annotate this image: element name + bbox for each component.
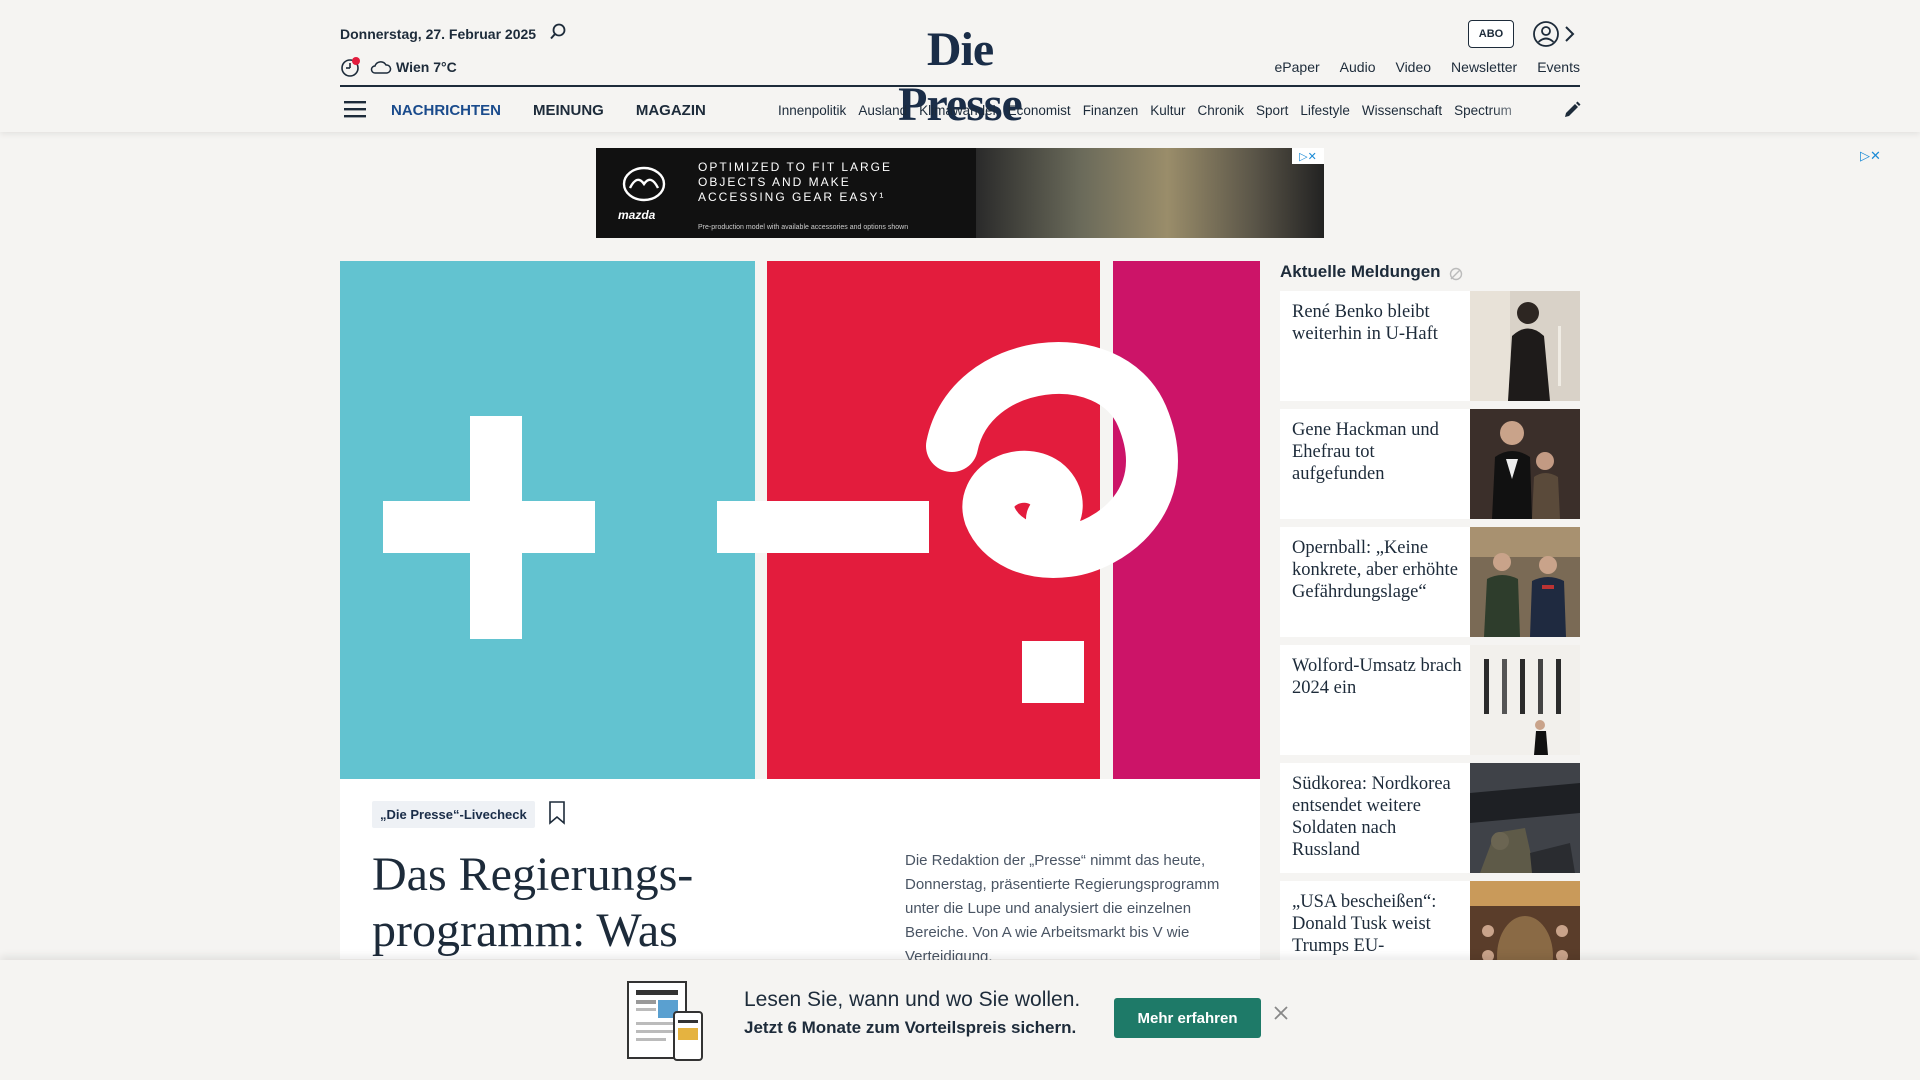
link-audio[interactable]: Audio bbox=[1340, 59, 1376, 75]
link-video[interactable]: Video bbox=[1395, 59, 1431, 75]
cloud-icon bbox=[370, 61, 392, 74]
lead-article-card[interactable]: „Die Presse“-Livecheck Das Regierungs-pr… bbox=[340, 779, 1260, 965]
subnav-ausland[interactable]: Ausland bbox=[858, 103, 907, 118]
news-item[interactable]: Opernball: „Keine konkrete, aber erhöhte… bbox=[1280, 527, 1580, 637]
link-events[interactable]: Events bbox=[1537, 59, 1580, 75]
subnav-lifestyle[interactable]: Lifestyle bbox=[1300, 103, 1350, 118]
subnav-economist[interactable]: Economist bbox=[1008, 103, 1071, 118]
news-thumbnail[interactable] bbox=[1470, 645, 1580, 755]
close-icon[interactable] bbox=[1272, 1004, 1290, 1022]
article-teaser: Die Redaktion der „Presse“ nimmt das heu… bbox=[905, 852, 1220, 965]
news-thumbnail[interactable] bbox=[1470, 763, 1580, 873]
subnav-finanzen[interactable]: Finanzen bbox=[1083, 103, 1139, 118]
hero-image[interactable] bbox=[340, 261, 1260, 779]
pencil-icon[interactable] bbox=[1562, 100, 1582, 120]
ad-brand: mazda bbox=[618, 208, 656, 222]
mazda-logo-icon bbox=[622, 166, 666, 202]
nav-nachrichten[interactable]: NACHRICHTEN bbox=[391, 102, 501, 119]
news-thumbnail[interactable] bbox=[1470, 881, 1580, 960]
current-date: Donnerstag, 27. Februar 2025 bbox=[340, 26, 537, 42]
article-tag[interactable]: „Die Presse“-Livecheck bbox=[372, 801, 535, 828]
plus-minus-question-graphic bbox=[383, 342, 1178, 703]
ad-fine-print: Pre-production model with available acce… bbox=[698, 224, 909, 231]
ad-choices-outer-icon[interactable]: ▷✕ bbox=[1860, 148, 1881, 164]
news-title[interactable]: „USA bescheißen“: Donald Tusk weist Trum… bbox=[1292, 891, 1464, 957]
search-icon[interactable] bbox=[548, 22, 568, 42]
header-divider bbox=[340, 85, 1580, 87]
promo-headline: Lesen Sie, wann und wo Sie wollen. bbox=[744, 988, 1081, 1011]
news-item[interactable]: Südkorea: Nordkorea entsendet weitere So… bbox=[1280, 763, 1580, 873]
news-title[interactable]: René Benko bleibt weiterhin in U-Haft bbox=[1292, 301, 1464, 345]
subnav-sport[interactable]: Sport bbox=[1256, 103, 1288, 118]
news-title[interactable]: Opernball: „Keine konkrete, aber erhöhte… bbox=[1292, 537, 1464, 603]
clock-icon[interactable] bbox=[340, 56, 362, 78]
abo-button[interactable]: ABO bbox=[1468, 20, 1514, 48]
ad-banner[interactable]: mazda OPTIMIZED TO FIT LARGE OBJECTS AND… bbox=[596, 148, 1324, 238]
subnav-innenpolitik[interactable]: Innenpolitik bbox=[778, 103, 846, 118]
news-item[interactable]: Wolford-Umsatz brach 2024 ein bbox=[1280, 645, 1580, 755]
header-inner: Donnerstag, 27. Februar 2025 Wien 7°C Di… bbox=[340, 0, 1582, 132]
news-item[interactable]: Gene Hackman und Ehefrau tot aufgefunden bbox=[1280, 409, 1580, 519]
news-title[interactable]: Gene Hackman und Ehefrau tot aufgefunden bbox=[1292, 419, 1464, 485]
spark-icon bbox=[1449, 267, 1463, 281]
subnav-chronik[interactable]: Chronik bbox=[1198, 103, 1245, 118]
news-title[interactable]: Südkorea: Nordkorea entsendet weitere So… bbox=[1292, 773, 1464, 861]
subscription-promo-bar: Lesen Sie, wann und wo Sie wollen. Jetzt… bbox=[0, 960, 1920, 1080]
news-thumbnail[interactable] bbox=[1470, 291, 1580, 401]
main-nav: NACHRICHTEN MEINUNG MAGAZIN bbox=[391, 102, 706, 119]
news-item[interactable]: „USA bescheißen“: Donald Tusk weist Trum… bbox=[1280, 881, 1580, 960]
promo-subline: Jetzt 6 Monate zum Vorteilspreis sichern… bbox=[744, 1018, 1077, 1037]
news-thumbnail[interactable] bbox=[1470, 527, 1580, 637]
link-epaper[interactable]: ePaper bbox=[1275, 59, 1320, 75]
news-thumbnail[interactable] bbox=[1470, 409, 1580, 519]
sub-nav: Innenpolitik Ausland Klimawandel Economi… bbox=[778, 103, 1540, 118]
nav-magazin[interactable]: MAGAZIN bbox=[636, 102, 706, 119]
news-item[interactable]: René Benko bleibt weiterhin in U-Haft bbox=[1280, 291, 1580, 401]
ad-choices-icon[interactable]: ▷✕ bbox=[1292, 148, 1324, 164]
subnav-wissenschaft[interactable]: Wissenschaft bbox=[1362, 103, 1442, 118]
chevron-right-icon[interactable] bbox=[1562, 24, 1576, 44]
site-header: Donnerstag, 27. Februar 2025 Wien 7°C Di… bbox=[0, 0, 1920, 132]
ad-headline: OPTIMIZED TO FIT LARGE OBJECTS AND MAKE … bbox=[698, 160, 893, 204]
news-title[interactable]: Wolford-Umsatz brach 2024 ein bbox=[1292, 655, 1464, 699]
tablet-phone-icon bbox=[627, 981, 703, 1061]
ad-photo bbox=[976, 148, 1324, 238]
sidebar-title: Aktuelle Meldungen bbox=[1280, 262, 1441, 281]
service-links: ePaper Audio Video Newsletter Events bbox=[1275, 59, 1580, 75]
weather-info[interactable]: Wien 7°C bbox=[396, 59, 457, 75]
sub-nav-fade bbox=[1490, 98, 1540, 122]
user-account-icon[interactable] bbox=[1532, 20, 1560, 48]
subnav-klimawandel[interactable]: Klimawandel bbox=[919, 103, 996, 118]
subnav-kultur[interactable]: Kultur bbox=[1150, 103, 1185, 118]
article-headline[interactable]: Das Regierungs-programm: Was bbox=[372, 847, 792, 959]
promo-cta-button[interactable]: Mehr erfahren bbox=[1114, 998, 1261, 1038]
bookmark-icon[interactable] bbox=[548, 801, 566, 825]
link-newsletter[interactable]: Newsletter bbox=[1451, 59, 1517, 75]
nav-meinung[interactable]: MEINUNG bbox=[533, 102, 604, 119]
hamburger-menu-icon[interactable] bbox=[344, 100, 366, 118]
